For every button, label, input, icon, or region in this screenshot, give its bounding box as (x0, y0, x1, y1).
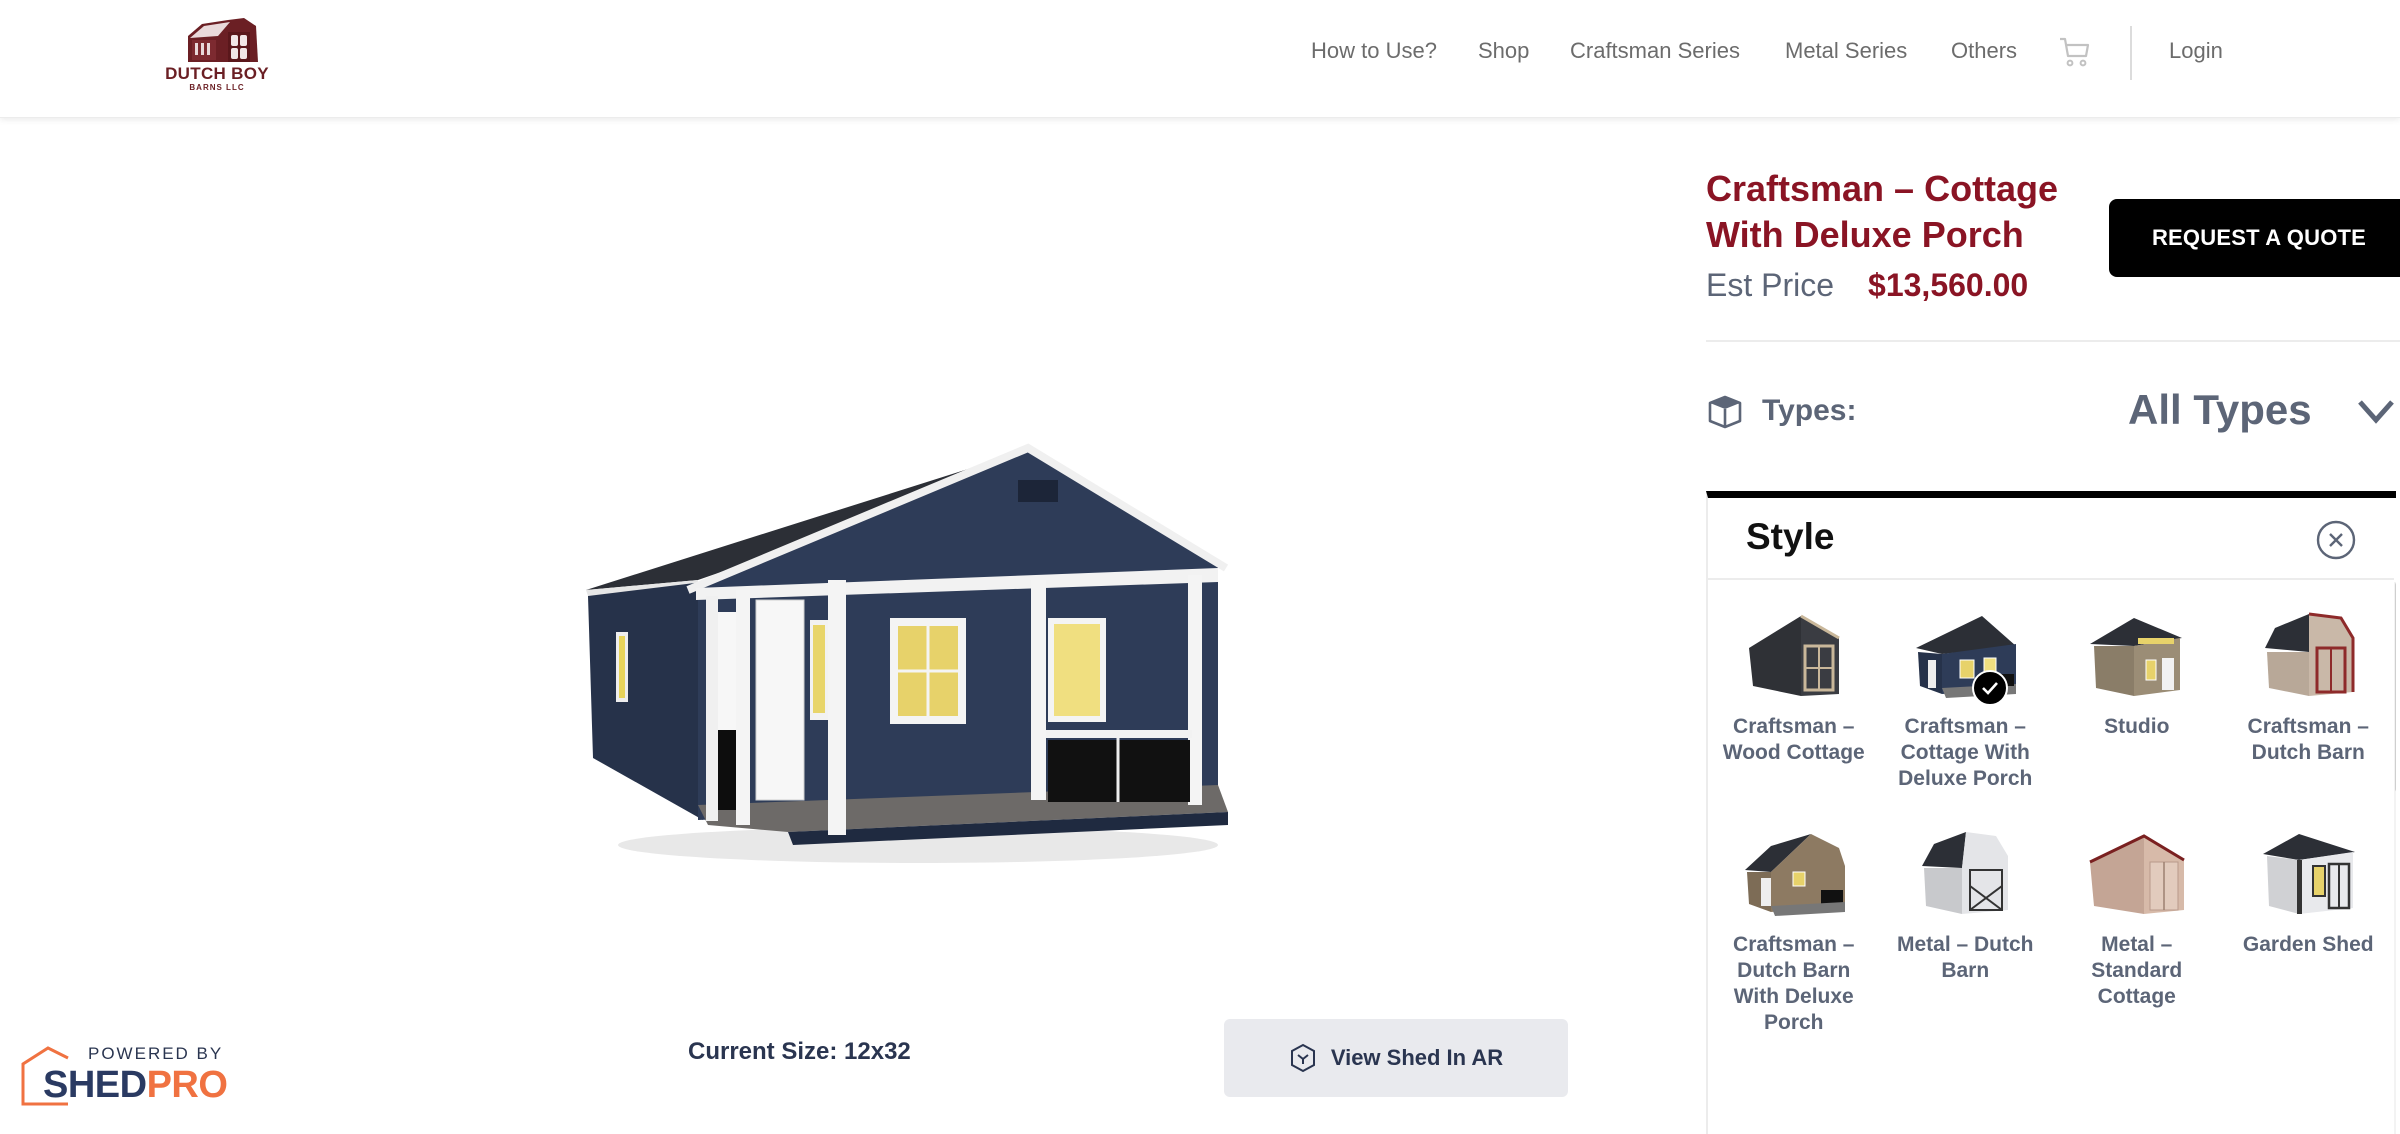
cart-icon[interactable] (2058, 36, 2092, 68)
close-style-panel-button[interactable] (2316, 520, 2356, 560)
logo-subname: BARNS LLC (189, 83, 245, 92)
style-option-metal-standard-cottage[interactable]: Metal – Standard Cottage (2051, 826, 2223, 1036)
style-option-label: Garden Shed (2242, 933, 2374, 956)
style-option-metal-dutch-barn[interactable]: Metal – Dutch Barn (1880, 826, 2052, 1036)
selected-check-icon (1971, 670, 2008, 706)
view-in-ar-button[interactable]: View Shed In AR (1224, 1019, 1568, 1097)
style-panel: Style Craftsman – Wood Cottage Craftsman… (1706, 491, 2396, 1134)
style-option-studio[interactable]: Studio (2051, 608, 2223, 792)
dutch-barn-thumbnail (2265, 612, 2355, 696)
close-icon (2316, 520, 2356, 560)
style-panel-title: Style (1746, 516, 1835, 557)
metal-dutch-barn-thumbnail (1922, 832, 2009, 914)
garden-shed-thumbnail (2263, 834, 2356, 914)
nav-metal-series[interactable]: Metal Series (1785, 38, 1907, 64)
shedpro-shed: SHED (43, 1064, 147, 1106)
types-selected-value: All Types (2128, 386, 2312, 433)
types-dropdown[interactable]: Types: All Types (1706, 386, 2400, 440)
request-quote-button[interactable]: REQUEST A QUOTE (2109, 199, 2400, 277)
shed-model-image (586, 443, 1229, 863)
box-icon (1708, 395, 1742, 429)
style-option-cottage-deluxe-porch[interactable]: Craftsman – Cottage With Deluxe Porch (1880, 608, 2052, 792)
powered-by-text: POWERED BY (88, 1044, 224, 1063)
wood-cottage-thumbnail (1748, 614, 1840, 696)
login-link[interactable]: Login (2169, 38, 2223, 64)
shedpro-wordmark: SHEDPRO (43, 1064, 228, 1107)
style-option-wood-cottage[interactable]: Craftsman – Wood Cottage (1708, 608, 1880, 792)
style-grid: Craftsman – Wood Cottage Craftsman – Cot… (1708, 608, 2394, 1036)
shed-3d-preview[interactable] (578, 440, 1238, 870)
ar-cube-icon (1290, 1043, 1315, 1073)
shedpro-pro: PRO (146, 1064, 228, 1106)
studio-thumbnail (2089, 618, 2182, 696)
nav-craftsman-series[interactable]: Craftsman Series (1570, 38, 1740, 64)
dutch-boy-logo[interactable]: DUTCH BOY BARNS LLC (158, 14, 276, 94)
product-title: Craftsman – Cottage With Deluxe Porch (1706, 168, 2059, 255)
style-option-label: Metal – Dutch Barn (1896, 933, 2034, 982)
nav-how-to-use[interactable]: How to Use? (1311, 38, 1437, 64)
est-price-label: Est Price (1706, 267, 1835, 303)
style-option-label: Studio (2104, 715, 2170, 738)
powered-by-shedpro[interactable]: POWERED BY SHEDPRO (20, 1044, 230, 1106)
barn-logo-icon (188, 18, 258, 62)
divider (1706, 340, 2400, 342)
style-panel-header: Style (1708, 498, 2394, 580)
site-header: DUTCH BOY BARNS LLC How to Use? Shop Cra… (0, 0, 2400, 118)
est-price-value: $13,560.00 (1868, 267, 2029, 303)
dutch-barn-deluxe-porch-thumbnail (1744, 834, 1845, 916)
style-option-label: Craftsman – Dutch Barn With Deluxe Porch (1733, 933, 1855, 1034)
style-option-label: Craftsman – Cottage With Deluxe Porch (1898, 715, 2033, 790)
chevron-down-icon (2358, 400, 2394, 424)
style-option-label: Craftsman – Dutch Barn (2247, 715, 2369, 764)
metal-standard-cottage-thumbnail (2089, 834, 2185, 914)
style-option-dutch-barn[interactable]: Craftsman – Dutch Barn (2223, 608, 2395, 792)
ar-button-label: View Shed In AR (1330, 1045, 1504, 1070)
nav-shop[interactable]: Shop (1478, 38, 1529, 64)
logo-name: DUTCH BOY (165, 64, 269, 83)
style-option-label: Craftsman – Wood Cottage (1722, 715, 1865, 764)
current-size-label: Current Size: 12x32 (688, 1038, 911, 1065)
style-option-label: Metal – Standard Cottage (2091, 933, 2183, 1008)
nav-others[interactable]: Others (1951, 38, 2017, 64)
style-option-dutch-barn-deluxe-porch[interactable]: Craftsman – Dutch Barn With Deluxe Porch (1708, 826, 1880, 1036)
style-option-garden-shed[interactable]: Garden Shed (2223, 826, 2395, 1036)
price-row: Est Price $13,560.00 (1706, 267, 2028, 304)
scrollbar-thumb[interactable] (2395, 582, 2396, 792)
style-panel-scrollbar[interactable] (2394, 582, 2396, 1134)
nav-divider (2130, 26, 2132, 80)
types-label: Types: (1762, 394, 1857, 427)
